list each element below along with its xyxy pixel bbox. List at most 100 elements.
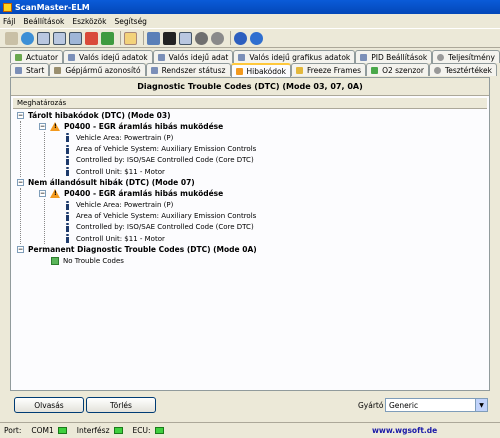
clear-button[interactable]: Törlés [86, 397, 156, 413]
info-icon [65, 155, 70, 165]
tab-vehicle-id[interactable]: Gépjármű azonosító [49, 63, 146, 76]
port-value: COM1 [31, 426, 54, 435]
tree-detail[interactable]: Area of Vehicle System: Auxiliary Emissi… [13, 211, 487, 222]
globe-icon[interactable] [21, 31, 34, 45]
app-icon [3, 2, 12, 12]
grid-icon[interactable] [37, 31, 50, 45]
monitor-icon[interactable] [147, 31, 160, 45]
trouble-codes-panel: Diagnostic Trouble Codes (DTC) (Mode 03,… [10, 77, 490, 391]
info-icon [65, 222, 70, 232]
tree-node-stored[interactable]: − Tárolt hibakódok (DTC) (Mode 03) [13, 110, 487, 121]
tree-node-pending-code[interactable]: − P0400 - EGR áramlás hibás muködése [13, 188, 487, 199]
flag-icon[interactable] [85, 31, 98, 45]
menu-help[interactable]: Segítség [115, 17, 147, 26]
title-bar: ScanMaster-ELM [0, 0, 500, 14]
actuator-icon [15, 53, 22, 61]
power-icon[interactable] [250, 31, 263, 45]
tab-realtime-single[interactable]: Valós idejű adat [152, 50, 234, 63]
monitor-icon[interactable] [163, 31, 176, 45]
toolbar-separator [120, 31, 121, 45]
lightning-icon [295, 66, 303, 74]
tree-node-pending[interactable]: − Nem állandósult hibák (DTC) (Mode 07) [13, 177, 487, 188]
gauge-icon [437, 53, 445, 61]
tree-detail[interactable]: Controll Unit: $11 - Motor [13, 166, 487, 177]
chart-icon[interactable] [69, 31, 82, 45]
menu-bar: Fájl Beállítások Eszközök Segítség [0, 14, 500, 28]
tab-realtime-data[interactable]: Valós idejű adatok [63, 50, 153, 63]
menu-tools[interactable]: Eszközök [72, 17, 106, 26]
tab-start[interactable]: Start [10, 63, 50, 76]
info-icon [65, 144, 70, 154]
tree-node-stored-code[interactable]: − P0400 - EGR áramlás hibás muködése [13, 121, 487, 132]
port-led [57, 427, 67, 434]
warning-icon [50, 189, 60, 199]
read-button[interactable]: Olvasás [14, 397, 84, 413]
website-link[interactable]: www.wgsoft.de [372, 426, 437, 435]
tab-pid-settings[interactable]: PID Beállítások [355, 50, 433, 63]
tree-detail[interactable]: Controll Unit: $11 - Motor [13, 233, 487, 244]
tree-node-no-codes[interactable]: No Trouble Codes [13, 255, 487, 266]
toolbar-separator [143, 31, 144, 45]
column-header-definition[interactable]: Meghatározás [13, 98, 487, 109]
grid-icon[interactable] [179, 31, 192, 45]
sensor-icon [371, 66, 379, 74]
info-icon [65, 200, 70, 210]
tab-freeze-frames[interactable]: Freeze Frames [290, 63, 367, 76]
collapse-icon[interactable]: − [39, 123, 46, 131]
panel-title: Diagnostic Trouble Codes (DTC) (Mode 03,… [11, 78, 489, 96]
tree-detail[interactable]: Area of Vehicle System: Auxiliary Emissi… [13, 144, 487, 155]
tab-trouble-codes[interactable]: Hibakódok [230, 63, 291, 77]
warning-icon [50, 122, 60, 132]
interface-label: Interfész [76, 426, 110, 435]
ok-icon [51, 257, 59, 266]
menu-file[interactable]: Fájl [3, 17, 15, 26]
wrench-icon[interactable] [5, 31, 18, 45]
collapse-icon[interactable]: − [17, 179, 24, 187]
grid-icon [150, 66, 158, 74]
grid-icon[interactable] [53, 31, 66, 45]
tab-performance[interactable]: Teljesítmény [432, 50, 500, 63]
info-icon[interactable] [234, 31, 247, 45]
gear-icon [433, 66, 441, 74]
tree-detail[interactable]: Controlled by: ISO/SAE Controlled Code (… [13, 222, 487, 233]
toolbar [0, 28, 500, 48]
tab-test-values[interactable]: Tesztértékek [428, 63, 497, 76]
interface-led [113, 427, 123, 434]
tab-o2-sensor[interactable]: O2 szenzor [366, 63, 429, 76]
gauge-icon[interactable] [195, 31, 208, 45]
collapse-icon[interactable]: − [17, 246, 24, 254]
manufacturer-value: Generic [389, 400, 419, 410]
stop-icon[interactable] [211, 31, 224, 45]
chevron-down-icon[interactable]: ▼ [475, 399, 487, 411]
grid-icon [360, 53, 368, 61]
grid-icon [68, 53, 76, 61]
info-icon [65, 133, 70, 143]
tree-detail[interactable]: Controlled by: ISO/SAE Controlled Code (… [13, 155, 487, 166]
dtc-tree: − Tárolt hibakódok (DTC) (Mode 03) − P04… [13, 110, 487, 267]
chart-icon [238, 53, 246, 61]
port-label: Port: [4, 426, 22, 435]
info-icon [65, 211, 70, 221]
tree-detail[interactable]: Vehicle Area: Powertrain (P) [13, 200, 487, 211]
menu-settings[interactable]: Beállítások [23, 17, 64, 26]
document-icon[interactable] [124, 31, 137, 45]
manufacturer-label: Gyártó [358, 401, 384, 410]
money-icon[interactable] [101, 31, 114, 45]
tab-realtime-graph[interactable]: Valós idejű grafikus adatok [233, 50, 356, 63]
tab-system-status[interactable]: Rendszer státusz [145, 63, 231, 76]
warning-icon [235, 67, 243, 75]
manufacturer-select[interactable]: Generic ▼ [385, 398, 488, 412]
grid-icon [157, 53, 165, 61]
tree-node-permanent[interactable]: − Permanent Diagnostic Trouble Codes (DT… [13, 244, 487, 255]
start-icon [15, 66, 22, 74]
tab-row-top: Actuator Valós idejű adatok Valós idejű … [10, 50, 500, 63]
tree-detail[interactable]: Vehicle Area: Powertrain (P) [13, 132, 487, 143]
tab-actuator[interactable]: Actuator [10, 50, 64, 63]
toolbar-separator [230, 31, 231, 45]
tab-row-bottom: Start Gépjármű azonosító Rendszer státus… [10, 63, 497, 77]
ecu-led [154, 427, 164, 434]
collapse-icon[interactable]: − [17, 112, 24, 120]
status-bar: Port: COM1 Interfész ECU: www.wgsoft.de [0, 422, 500, 438]
collapse-icon[interactable]: − [39, 190, 46, 198]
info-icon [65, 167, 70, 177]
